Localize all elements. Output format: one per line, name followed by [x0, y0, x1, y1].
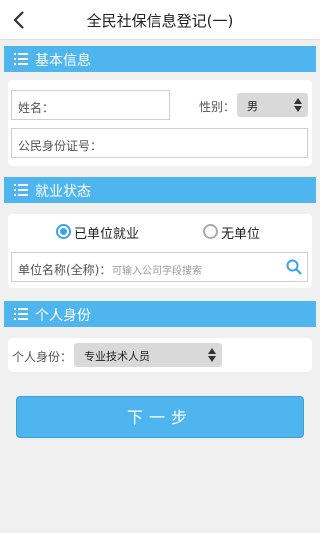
- identity-card: 个人身份： 专业技术人员: [8, 338, 312, 372]
- section-title: 就业状态: [35, 184, 91, 200]
- company-name-placeholder: 可输入公司字段搜索: [112, 266, 202, 277]
- select-arrows-icon: [294, 98, 302, 112]
- company-name-label: 单位名称(全称)：: [18, 263, 112, 277]
- gender-select[interactable]: 男: [237, 93, 308, 117]
- identity-value: 专业技术人员: [84, 350, 150, 363]
- section-title: 个人身份: [35, 308, 91, 324]
- basic-info-card: 姓名： 性别： 男 公民身份证号：: [8, 80, 312, 166]
- section-header-employment: 就业状态: [4, 177, 316, 203]
- select-arrows-icon: [208, 348, 216, 362]
- radio-employed[interactable]: [56, 224, 71, 239]
- company-name-field[interactable]: 单位名称(全称)： 可输入公司字段搜索: [11, 252, 308, 282]
- section-title: 基本信息: [35, 53, 91, 69]
- section-header-identity: 个人身份: [4, 301, 316, 327]
- page-title: 全民社保信息登记(一): [86, 12, 234, 30]
- id-number-label: 公民身份证号：: [18, 139, 103, 153]
- id-number-field[interactable]: 公民身份证号：: [11, 128, 308, 158]
- list-icon: [14, 308, 28, 320]
- identity-label: 个人身份：: [12, 350, 73, 364]
- list-icon: [14, 184, 28, 196]
- radio-employed-label: 已单位就业: [74, 227, 140, 242]
- name-field[interactable]: 姓名：: [11, 90, 170, 120]
- gender-label: 性别：: [199, 100, 236, 114]
- app-header: 全民社保信息登记(一): [0, 0, 320, 40]
- next-button[interactable]: 下一步: [16, 396, 304, 438]
- radio-unemployed-label: 无单位: [221, 227, 261, 242]
- gender-value: 男: [247, 100, 258, 113]
- employment-card: 已单位就业 无单位 单位名称(全称)： 可输入公司字段搜索: [8, 214, 312, 288]
- section-header-basic-info: 基本信息: [4, 46, 316, 72]
- radio-unemployed[interactable]: [203, 224, 218, 239]
- name-label: 姓名：: [18, 101, 55, 115]
- identity-select[interactable]: 专业技术人员: [74, 343, 222, 367]
- list-icon: [14, 53, 28, 65]
- search-icon[interactable]: [286, 259, 302, 275]
